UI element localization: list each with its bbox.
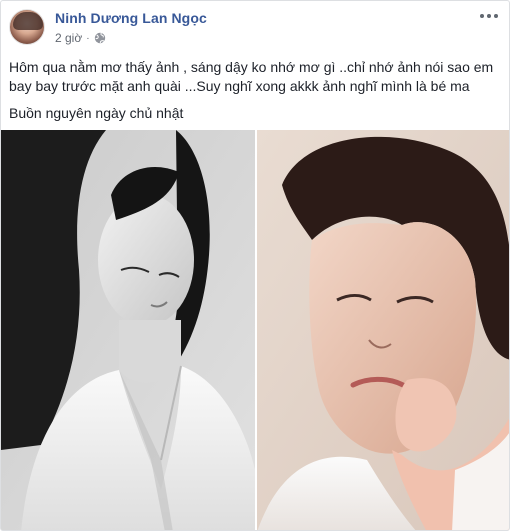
author-avatar[interactable] <box>9 9 45 45</box>
more-dot <box>494 14 498 18</box>
post-text-line: Buồn nguyên ngày chủ nhật <box>9 105 184 121</box>
facebook-post: Ninh Dương Lan Ngọc 2 giờ · Hôm qua nằm … <box>0 0 510 531</box>
globe-icon[interactable] <box>94 32 106 44</box>
post-meta: 2 giờ · <box>55 31 106 45</box>
more-dot <box>487 14 491 18</box>
more-options-icon[interactable] <box>479 10 499 22</box>
author-name[interactable]: Ninh Dương Lan Ngọc <box>55 10 207 26</box>
more-dot <box>480 14 484 18</box>
photo-woman-portrait[interactable] <box>1 130 255 530</box>
photo-man-portrait[interactable] <box>257 130 509 530</box>
post-time[interactable]: 2 giờ <box>55 31 82 45</box>
avatar-hair-shape <box>13 12 43 30</box>
meta-separator: · <box>86 32 90 44</box>
post-text: Hôm qua nằm mơ thấy ảnh , sáng dậy ko nh… <box>9 58 501 131</box>
post-header: Ninh Dương Lan Ngọc 2 giờ · <box>1 1 509 53</box>
photo-collage[interactable] <box>1 130 509 530</box>
post-text-line: Hôm qua nằm mơ thấy ảnh , sáng dậy ko nh… <box>9 59 494 94</box>
